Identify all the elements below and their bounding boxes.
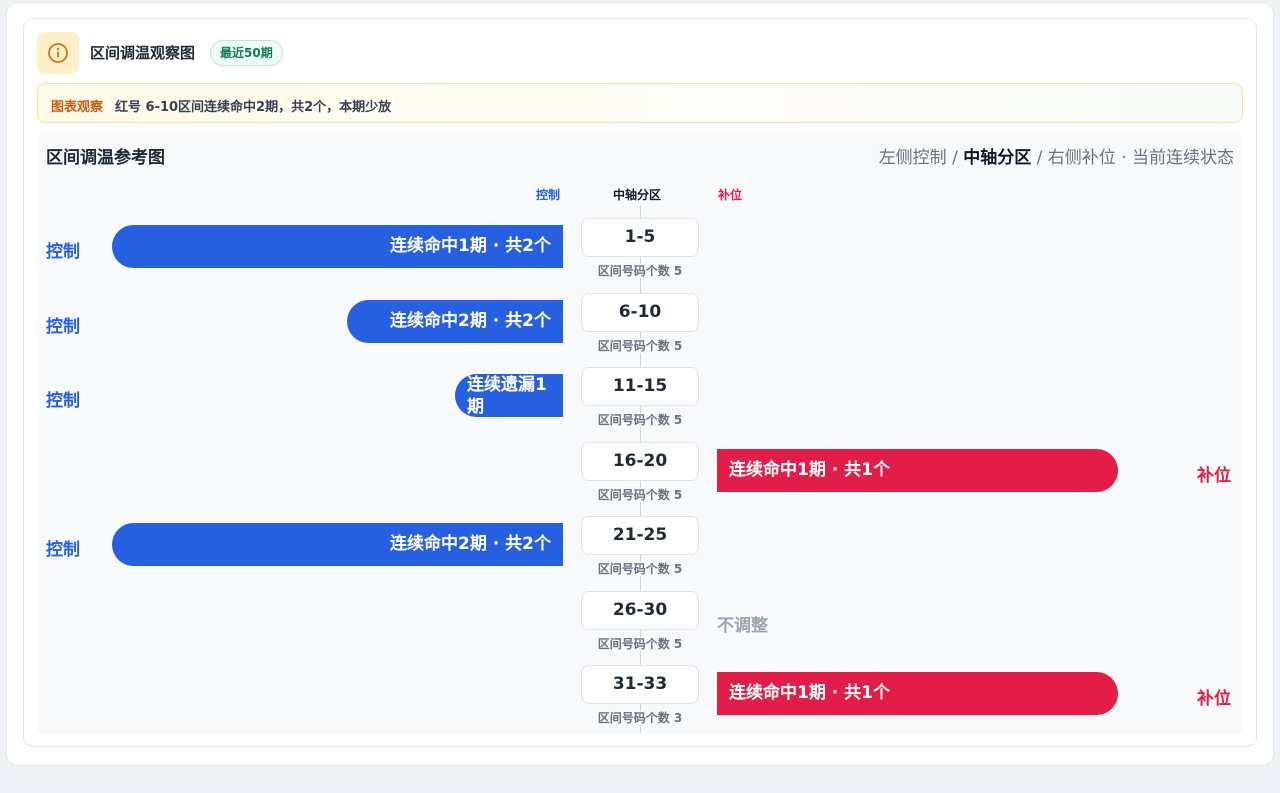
zone-count-text: 区间号码个数 5 [595,413,685,427]
control-bar[interactable]: 连续命中2期 · 共2个 [112,523,563,566]
zone-count-text: 区间号码个数 5 [595,562,685,576]
zone-count-text: 区间号码个数 5 [595,487,685,502]
notice-text: 红号 6-10区间连续命中2期，共2个，本期少放 [115,100,392,115]
legend-sep: / [946,148,964,168]
control-label: 控制 [46,391,80,411]
column-head-control: 控制 [536,188,561,202]
legend: 左侧控制 / 中轴分区 / 右侧补位 · 当前连续状态 [879,143,1234,168]
zone-range[interactable]: 26-30 [581,590,699,630]
zone-count-text: 区间号码个数 5 [595,636,685,651]
control-label: 控制 [46,540,80,560]
fill-label: 补位 [1197,689,1231,709]
control-bar[interactable]: 连续遗漏1期 [455,374,563,417]
fill-bar[interactable]: 连续命中1期 · 共1个 [717,672,1118,715]
no-adjust-text: 不调整 [717,615,768,636]
zone-range[interactable]: 11-15 [581,367,699,406]
control-label: 控制 [46,316,80,337]
period-badge[interactable]: 最近50期 [210,40,283,66]
zone-row: 6-10 区间号码个数 5 控制 连续命中2期 · 共2个 [0,291,1280,365]
zone-count-text: 区间号码个数 5 [595,338,685,353]
legend-sep: / [1031,148,1048,168]
legend-right: 右侧补位 [1047,148,1116,168]
info-icon [37,32,79,74]
zone-range[interactable]: 21-25 [581,516,699,555]
panel-title: 区间调温参考图 [46,148,165,168]
zone-count: 区间号码个数 3 [560,709,720,726]
zone-count: 区间号码个数 5 [560,262,720,279]
column-head-fill: 补位 [718,188,743,202]
zone-range[interactable]: 31-33 [581,665,699,704]
notice-banner: 图表观察 红号 6-10区间连续命中2期，共2个，本期少放 [37,83,1243,123]
control-bar[interactable]: 连续命中2期 · 共2个 [347,299,563,343]
fill-bar[interactable]: 连续命中1期 · 共1个 [717,448,1118,492]
zone-row: 11-15 区间号码个数 5 控制 连续遗漏1期 [0,365,1280,439]
zone-count: 区间号码个数 5 [560,486,720,503]
zone-count: 区间号码个数 5 [560,411,720,428]
legend-tail: 当前连续状态 [1132,148,1234,168]
notice-tag: 图表观察 [51,100,104,115]
zone-count-text: 区间号码个数 5 [595,264,685,278]
legend-center: 中轴分区 [963,148,1032,168]
zone-row: 26-30 区间号码个数 5 不调整 [0,589,1280,663]
zone-row: 1-5 区间号码个数 5 控制 连续命中1期 · 共2个 [0,216,1280,290]
control-bar[interactable]: 连续命中1期 · 共2个 [112,225,563,268]
zone-row: 31-33 区间号码个数 3 连续命中1期 · 共1个 补位 [0,663,1280,737]
fill-label: 补位 [1197,465,1231,486]
zone-count: 区间号码个数 5 [560,560,720,577]
control-label: 控制 [46,242,80,262]
legend-sep: · [1115,148,1132,168]
zone-range[interactable]: 6-10 [581,292,699,332]
zone-count-text: 区间号码个数 3 [595,711,685,725]
zone-range[interactable]: 1-5 [581,218,699,257]
column-head-center: 中轴分区 [613,188,662,202]
zone-count: 区间号码个数 5 [560,337,720,354]
zone-row: 21-25 区间号码个数 5 控制 连续命中2期 · 共2个 [0,514,1280,588]
legend-left: 左侧控制 [878,148,947,168]
zone-count: 区间号码个数 5 [560,635,720,652]
zone-range[interactable]: 16-20 [581,441,699,481]
card-title: 区间调温观察图 [90,44,196,62]
zone-row: 16-20 区间号码个数 5 连续命中1期 · 共1个 补位 [0,440,1280,514]
